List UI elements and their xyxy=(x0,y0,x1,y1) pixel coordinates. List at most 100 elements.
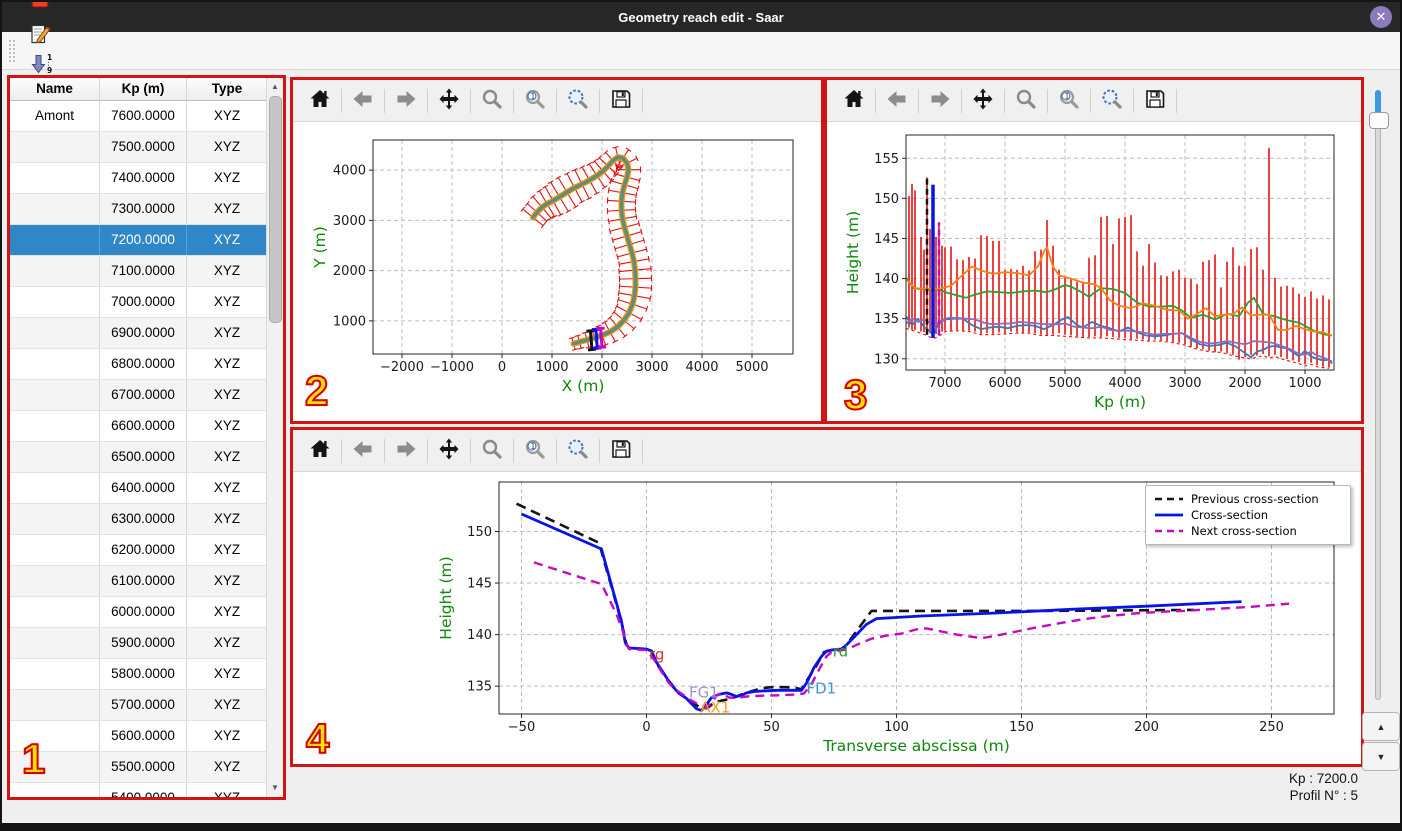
table-row[interactable]: Amont 7600.0000 XYZ xyxy=(10,101,267,132)
panel-3-label: 3 xyxy=(843,371,868,418)
table-row[interactable]: 6500.0000 XYZ xyxy=(10,442,267,473)
profile-type-cell: XYZ xyxy=(213,635,241,650)
longitudinal-profile-chart[interactable]: 7000 6000 5000 4000 3000 2000 1000 130 135 140 145… xyxy=(827,122,1361,421)
profile-kp-cell: 5600.0000 xyxy=(100,721,187,751)
pan-button[interactable] xyxy=(432,84,466,118)
edit-profile-button[interactable] xyxy=(24,21,56,51)
profile-type-cell: XYZ xyxy=(213,263,241,278)
toolbar-separator xyxy=(384,438,385,463)
home-button[interactable] xyxy=(837,84,871,118)
profile-slider-handle[interactable] xyxy=(1369,112,1389,129)
cross-section-panel: 1 −50 0 50 100 150 200 250 135 140 145 150 Transver… xyxy=(290,427,1364,767)
svg-text:3000: 3000 xyxy=(1168,376,1201,391)
toolbar-grip[interactable] xyxy=(8,38,16,63)
long-profile-panel: 1 7000 6000 5000 4000 3000 2000 1000 130 135 140 1… xyxy=(824,77,1364,424)
column-header[interactable]: Name xyxy=(10,78,100,100)
table-row[interactable]: 7500.0000 XYZ xyxy=(10,132,267,163)
zoom-button[interactable] xyxy=(475,434,509,468)
profile-name-cell xyxy=(10,349,100,379)
svg-text:140: 140 xyxy=(874,272,899,287)
zoom-button[interactable] xyxy=(1009,84,1043,118)
scroll-down-icon[interactable]: ▼ xyxy=(267,781,283,795)
remove-profile-button[interactable] xyxy=(24,2,56,21)
forward-button[interactable] xyxy=(389,84,423,118)
floppy-save-icon xyxy=(609,87,633,114)
table-scrollbar[interactable]: ▲ ▼ xyxy=(266,78,283,797)
zoom-selection-button[interactable] xyxy=(561,434,595,468)
pan-move-icon xyxy=(437,87,461,114)
column-header[interactable]: Type xyxy=(187,78,267,100)
zoom-one-button[interactable]: 1 xyxy=(518,434,552,468)
table-row[interactable]: 5900.0000 XYZ xyxy=(10,628,267,659)
table-row[interactable]: 5700.0000 XYZ xyxy=(10,690,267,721)
column-header[interactable]: Kp (m) xyxy=(100,78,187,100)
save-figure-button[interactable] xyxy=(1138,84,1172,118)
forward-button[interactable] xyxy=(923,84,957,118)
home-button[interactable] xyxy=(303,434,337,468)
status-area: Kp : 7200.0 Profil N° : 5 xyxy=(1152,770,1368,804)
svg-text:4000: 4000 xyxy=(333,164,366,179)
scroll-up-icon[interactable]: ▲ xyxy=(267,80,283,94)
table-row[interactable]: 7300.0000 XYZ xyxy=(10,194,267,225)
table-scrollbar-thumb[interactable] xyxy=(269,96,282,323)
profile-name-cell xyxy=(10,132,100,162)
table-row[interactable]: 6200.0000 XYZ xyxy=(10,535,267,566)
profile-name-cell xyxy=(10,225,100,255)
pan-button[interactable] xyxy=(432,434,466,468)
zoom-one-button[interactable]: 1 xyxy=(518,84,552,118)
toolbar-separator xyxy=(341,438,342,463)
table-row[interactable]: 5600.0000 XYZ xyxy=(10,721,267,752)
zoom-one-button[interactable]: 1 xyxy=(1052,84,1086,118)
table-row[interactable]: 6100.0000 XYZ xyxy=(10,566,267,597)
table-row[interactable]: 6000.0000 XYZ xyxy=(10,597,267,628)
save-figure-button[interactable] xyxy=(604,84,638,118)
toolbar-separator xyxy=(384,88,385,113)
table-row[interactable]: 6700.0000 XYZ xyxy=(10,380,267,411)
table-row[interactable]: 7400.0000 XYZ xyxy=(10,163,267,194)
table-row[interactable]: 5500.0000 XYZ xyxy=(10,752,267,783)
svg-text:Height (m): Height (m) xyxy=(437,556,455,639)
table-row[interactable]: 6900.0000 XYZ xyxy=(10,318,267,349)
magnifier-1-icon: 1 xyxy=(523,87,547,114)
svg-text:9: 9 xyxy=(47,66,52,75)
table-row[interactable]: 7200.0000 XYZ xyxy=(10,225,267,256)
svg-text:4000: 4000 xyxy=(1108,376,1141,391)
profile-up-button[interactable]: ▲ xyxy=(1362,712,1400,741)
svg-text:50: 50 xyxy=(763,720,780,735)
zoom-button[interactable] xyxy=(475,84,509,118)
back-button[interactable] xyxy=(346,84,380,118)
zoom-selection-button[interactable] xyxy=(1095,84,1129,118)
svg-text:1000: 1000 xyxy=(1288,376,1321,391)
back-button[interactable] xyxy=(880,84,914,118)
profile-kp-cell: 5700.0000 xyxy=(100,690,187,720)
profile-slider-track[interactable] xyxy=(1375,90,1381,700)
toolbar-separator xyxy=(642,438,643,463)
toolbar-separator xyxy=(341,88,342,113)
svg-text:1: 1 xyxy=(530,92,535,101)
toolbar-separator xyxy=(1090,88,1091,113)
profile-name-cell xyxy=(10,442,100,472)
save-figure-button[interactable] xyxy=(604,434,638,468)
table-row[interactable]: 5400.0000XYZ xyxy=(10,783,267,797)
forward-button[interactable] xyxy=(389,434,423,468)
svg-text:6000: 6000 xyxy=(988,376,1021,391)
panel-4-label: 4 xyxy=(305,715,330,762)
home-button[interactable] xyxy=(303,84,337,118)
table-row[interactable]: 6800.0000 XYZ xyxy=(10,349,267,380)
table-row[interactable]: 6600.0000 XYZ xyxy=(10,411,267,442)
table-row[interactable]: 6400.0000 XYZ xyxy=(10,473,267,504)
close-button[interactable]: ✕ xyxy=(1370,6,1392,28)
profile-down-button[interactable]: ▼ xyxy=(1362,742,1400,771)
table-row[interactable]: 6300.0000 XYZ xyxy=(10,504,267,535)
table-row[interactable]: 7000.0000 XYZ xyxy=(10,287,267,318)
svg-text:150: 150 xyxy=(467,525,492,540)
table-row[interactable]: 7100.0000 XYZ xyxy=(10,256,267,287)
back-button[interactable] xyxy=(346,434,380,468)
profile-kp-cell: 5900.0000 xyxy=(100,628,187,658)
profile-kp-cell: 6800.0000 xyxy=(100,349,187,379)
magnifier-select-icon xyxy=(566,87,590,114)
pan-button[interactable] xyxy=(966,84,1000,118)
table-row[interactable]: 5800.0000 XYZ xyxy=(10,659,267,690)
zoom-selection-button[interactable] xyxy=(561,84,595,118)
plan-view-chart[interactable]: −2000 −1000 0 1000 2000 3000 4000 5000 1000 2000 3… xyxy=(293,122,821,421)
